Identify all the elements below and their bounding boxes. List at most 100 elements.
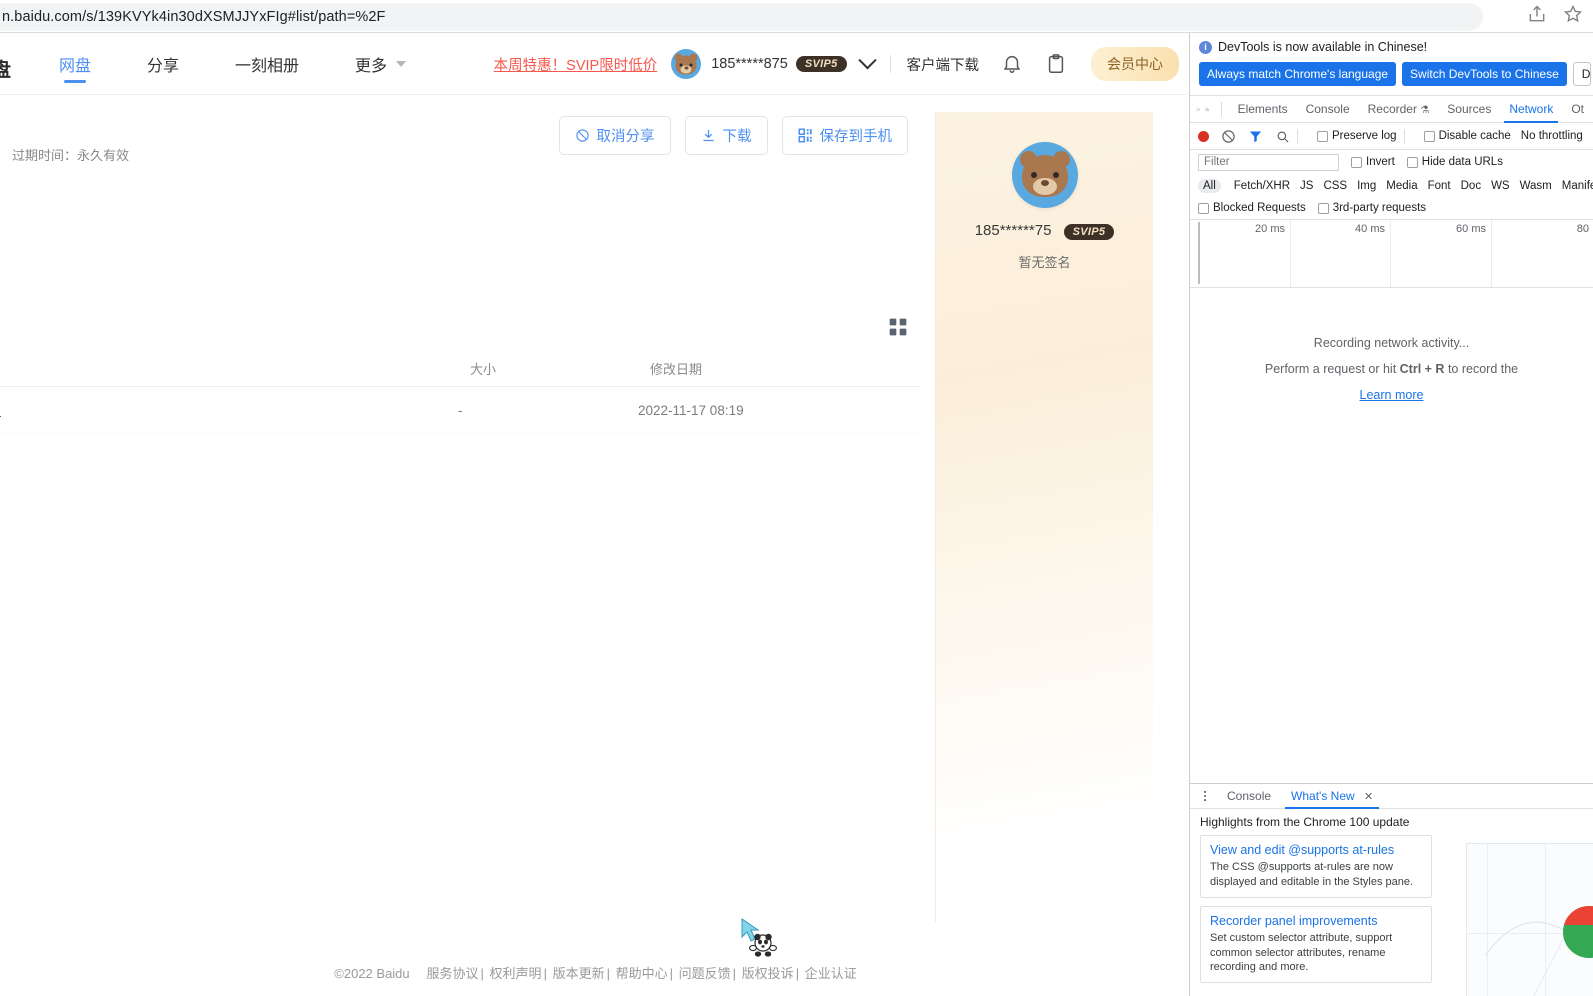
footer-link-help[interactable]: 帮助中心: [616, 966, 668, 981]
clipboard-icon[interactable]: [1045, 53, 1067, 75]
drawer-tab-whats-new[interactable]: What's New ✕: [1281, 784, 1383, 809]
type-filter-fetch-xhr[interactable]: Fetch/XHR: [1229, 179, 1295, 193]
star-icon[interactable]: [1563, 4, 1583, 24]
close-icon[interactable]: ✕: [1364, 791, 1373, 803]
prohibit-icon: [575, 129, 589, 142]
footer-link-update[interactable]: 版本更新: [553, 966, 605, 981]
browser-toolbar: n.baidu.com/s/139KVYk4in30dXSMJJYxFIg#li…: [0, 0, 1593, 33]
tab-network[interactable]: Network: [1500, 96, 1562, 123]
tab-recorder[interactable]: Recorder ⚗: [1359, 96, 1439, 123]
type-filter-media[interactable]: Media: [1381, 179, 1422, 193]
flask-icon: ⚗: [1420, 104, 1430, 116]
card-description: The CSS @supports at-rules are now displ…: [1210, 861, 1414, 888]
blocked-requests-checkbox[interactable]: Blocked Requests: [1198, 202, 1306, 214]
footer-link-service[interactable]: 服务协议: [427, 966, 479, 981]
cancel-share-button[interactable]: 取消分享: [558, 116, 671, 155]
grid-view-icon[interactable]: [888, 317, 908, 337]
tab-console[interactable]: Console: [1297, 96, 1359, 123]
more-options-icon[interactable]: [1198, 789, 1212, 803]
save-to-phone-button[interactable]: 保存到手机: [781, 116, 908, 155]
browser-actions: [1527, 4, 1583, 24]
empty-state-line1: Recording network activity...: [1313, 336, 1470, 350]
preserve-log-checkbox[interactable]: Preserve log: [1317, 130, 1397, 142]
type-filter-ws[interactable]: WS: [1486, 179, 1515, 193]
type-filter-manifest[interactable]: Manifest: [1557, 179, 1593, 193]
timeline-tick-label: 80: [1576, 223, 1589, 235]
footer-link-feedback[interactable]: 问题反馈: [679, 966, 731, 981]
clear-icon[interactable]: [1221, 129, 1236, 144]
invert-checkbox[interactable]: Invert: [1351, 156, 1395, 168]
site-header: 盘 网盘 分享 一刻相册 更多 本周特惠！SVIP限时低价 185*****87…: [0, 33, 1189, 95]
tab-overflow[interactable]: Ot: [1562, 96, 1593, 123]
footer-link-enterprise[interactable]: 企业认证: [805, 966, 857, 981]
card-title[interactable]: View and edit @supports at-rules: [1210, 843, 1422, 857]
record-stop-icon[interactable]: [1198, 130, 1209, 142]
funnel-icon[interactable]: [1248, 129, 1263, 144]
footer-link-rights[interactable]: 权利声明: [490, 966, 542, 981]
download-icon: [703, 129, 713, 142]
inspect-element-icon[interactable]: [1196, 101, 1200, 118]
timeline-gridline: [1491, 220, 1492, 287]
dont-show-again-button[interactable]: Don't show again: [1572, 62, 1591, 86]
disable-cache-checkbox[interactable]: Disable cache: [1423, 130, 1511, 142]
share-icon[interactable]: [1527, 4, 1547, 24]
address-bar[interactable]: n.baidu.com/s/139KVYk4in30dXSMJJYxFIg#li…: [0, 3, 1483, 31]
type-filter-doc[interactable]: Doc: [1456, 179, 1486, 193]
tab-elements[interactable]: Elements: [1229, 96, 1297, 123]
type-filter-wasm[interactable]: Wasm: [1515, 179, 1557, 193]
throttling-select[interactable]: No throttling: [1521, 130, 1583, 142]
svip-badge: SVIP5: [795, 56, 847, 72]
switch-to-chinese-button[interactable]: Switch DevTools to Chinese: [1402, 62, 1567, 86]
promo-link[interactable]: 本周特惠！SVIP限时低价: [494, 54, 658, 75]
blocked-requests-label: Blocked Requests: [1213, 202, 1306, 214]
tab-sources[interactable]: Sources: [1438, 96, 1500, 123]
action-label: 下载: [722, 129, 752, 145]
footer-link-copyright-complaint[interactable]: 版权投诉: [742, 966, 794, 981]
divider: [1403, 128, 1405, 144]
type-filter-css[interactable]: CSS: [1318, 179, 1352, 193]
third-party-requests-checkbox[interactable]: 3rd-party requests: [1317, 202, 1426, 214]
nav-tab-share[interactable]: 分享: [143, 33, 183, 95]
profile-signature: 暂无签名: [1018, 255, 1071, 270]
learn-more-link[interactable]: Learn more: [1360, 388, 1424, 402]
type-filter-js[interactable]: JS: [1295, 179, 1318, 193]
profile-avatar[interactable]: [1011, 142, 1078, 208]
type-filter-font[interactable]: Font: [1423, 179, 1456, 193]
baidu-pan-page: 盘 网盘 分享 一刻相册 更多 本周特惠！SVIP限时低价 185*****87…: [0, 33, 1189, 996]
search-icon[interactable]: [1275, 129, 1290, 144]
invert-label: Invert: [1366, 156, 1395, 168]
card-title[interactable]: Recorder panel improvements: [1210, 914, 1422, 928]
network-toolbar: Preserve log Disable cache No throttling: [1190, 123, 1593, 150]
drawer-tab-console[interactable]: Console: [1217, 784, 1281, 809]
nav-tab-album[interactable]: 一刻相册: [231, 33, 303, 95]
account-phone: 185*****875: [711, 56, 788, 72]
bell-icon[interactable]: [1001, 53, 1023, 75]
avatar[interactable]: [671, 49, 702, 79]
client-download-link[interactable]: 客户端下载: [907, 54, 980, 75]
column-header-date: 修改日期: [650, 361, 703, 377]
divider: [1297, 128, 1298, 144]
network-timeline: 20 ms 40 ms 60 ms 80: [1190, 220, 1593, 288]
hide-data-urls-checkbox[interactable]: Hide data URLs: [1406, 156, 1503, 168]
device-toolbar-icon[interactable]: [1205, 101, 1209, 118]
action-buttons: 取消分享 下载 保存到手机: [558, 116, 908, 155]
download-button[interactable]: 下载: [684, 116, 768, 155]
checkbox-box: [1423, 130, 1435, 142]
always-match-language-button[interactable]: Always match Chrome's language: [1199, 62, 1397, 86]
account-chevron-down-icon[interactable]: [857, 50, 877, 69]
whats-new-card[interactable]: Recorder panel improvements Set custom s…: [1200, 905, 1432, 984]
url-text: n.baidu.com/s/139KVYk4in30dXSMJJYxFIg#li…: [2, 9, 386, 25]
table-row[interactable]: 组 - 2022-11-17 08:19: [0, 387, 921, 434]
nav-tab-wangpan[interactable]: 网盘: [55, 33, 95, 95]
nav-tab-more[interactable]: 更多: [351, 33, 410, 95]
nav-tab-label: 分享: [147, 58, 180, 75]
vip-center-button[interactable]: 会员中心: [1091, 47, 1179, 81]
filter-input[interactable]: [1198, 153, 1339, 171]
site-logo[interactable]: 盘: [0, 55, 11, 82]
drawer-tab-label: What's New: [1291, 788, 1355, 803]
file-table: 大小 修改日期 组 - 2022-11-17 08:19: [0, 350, 921, 434]
bear-avatar-icon: [1019, 151, 1070, 198]
type-filter-img[interactable]: Img: [1352, 179, 1381, 193]
whats-new-card[interactable]: View and edit @supports at-rules The CSS…: [1200, 835, 1432, 898]
type-filter-all[interactable]: All: [1198, 178, 1221, 193]
